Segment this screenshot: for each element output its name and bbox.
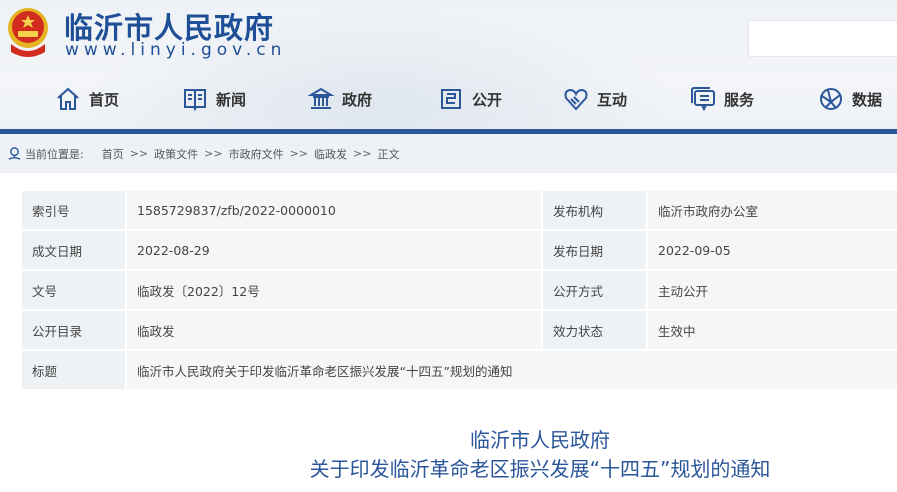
field-label: 发布日期 [543,231,646,269]
table-row: 成文日期 2022-08-29 发布日期 2022-09-05 [22,231,897,269]
document-title-line2: 关于印发临沂革命老区振兴发展“十四五”规划的通知 [309,457,771,481]
search-input[interactable] [748,20,897,57]
table-row: 标题 临沂市人民政府关于印发临沂革命老区振兴发展“十四五”规划的通知 [22,351,897,389]
breadcrumb-item[interactable]: 政策文件 [154,146,198,162]
field-value: 临政发 [127,311,541,349]
field-value: 1585729837/zfb/2022-0000010 [127,191,541,229]
nav-label: 公开 [472,90,503,109]
service-icon [691,87,715,112]
title-label: 标题 [22,351,125,389]
breadcrumb-item[interactable]: 临政发 [314,146,347,162]
table-row: 索引号 1585729837/zfb/2022-0000010 发布机构 临沂市政府办… [22,191,897,229]
field-label: 公开目录 [22,311,125,349]
document-title-line1: 临沂市人民政府 [470,428,610,452]
handshake-icon [564,88,588,111]
nav-news[interactable]: 新闻 [182,86,246,112]
breadcrumb-sep: >> [289,147,309,160]
field-value: 2022-09-05 [648,231,897,269]
government-icon [308,87,334,109]
nav-label: 服务 [724,90,755,109]
nav-interaction[interactable]: 互动 [563,86,627,112]
nav-label: 新闻 [216,90,247,109]
nav-label: 互动 [597,90,628,109]
site-url: www.linyi.gov.cn [65,40,287,60]
nav-label: 数据 [852,90,883,109]
main-nav: 首页 新闻 政府 公开 互动 服务 数据 [0,86,897,118]
nav-disclosure[interactable]: 公开 [438,86,502,112]
field-value: 临沂市政府办公室 [648,191,897,229]
nav-data[interactable]: 数据 [818,86,882,112]
disclosure-icon [441,89,461,109]
field-value: 主动公开 [648,271,897,309]
field-label: 索引号 [22,191,125,229]
breadcrumb-prefix: 当前位置是: [25,147,84,161]
breadcrumb-item[interactable]: 首页 [102,146,124,162]
nav-service[interactable]: 服务 [690,86,754,112]
document-info-table: 索引号 1585729837/zfb/2022-0000010 发布机构 临沂市政府办… [20,189,897,391]
field-label: 公开方式 [543,271,646,309]
table-row: 文号 临政发〔2022〕12号 公开方式 主动公开 [22,271,897,309]
news-icon [184,89,206,112]
table-row: 公开目录 临政发 效力状态 生效中 [22,311,897,349]
nav-home[interactable]: 首页 [55,86,119,112]
home-icon [57,87,79,110]
breadcrumb: 当前位置是: 首页 >> 政策文件 >> 市政府文件 >> 临政发 >> 正文 [0,134,897,173]
field-label: 文号 [22,271,125,309]
field-label: 效力状态 [543,311,646,349]
breadcrumb-sep: >> [204,147,223,160]
data-icon [820,88,842,110]
field-value: 生效中 [648,311,897,349]
national-emblem-icon [8,8,48,57]
breadcrumb-sep: >> [353,147,372,160]
nav-label: 首页 [89,90,120,109]
field-value: 临政发〔2022〕12号 [127,271,541,309]
breadcrumb-item[interactable]: 市政府文件 [229,146,284,162]
title-value: 临沂市人民政府关于印发临沂革命老区振兴发展“十四五”规划的通知 [127,351,897,389]
nav-government[interactable]: 政府 [308,86,372,112]
location-icon [8,147,21,160]
field-label: 发布机构 [543,191,646,229]
field-value: 2022-08-29 [127,231,541,269]
nav-label: 政府 [342,90,373,109]
breadcrumb-item: 正文 [377,147,400,161]
field-label: 成文日期 [22,231,125,269]
breadcrumb-sep: >> [129,147,149,160]
site-header: 临沂市人民政府 www.linyi.gov.cn 首页 新闻 政府 公开 互动 … [0,0,897,130]
